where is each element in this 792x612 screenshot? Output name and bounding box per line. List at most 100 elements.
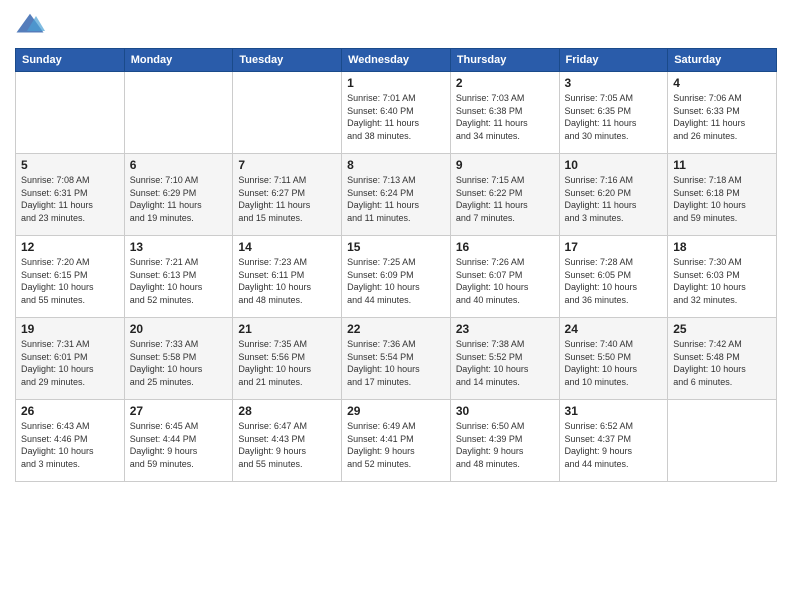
calendar-cell: 10 Sunrise: 7:16 AM Sunset: 6:20 PM Dayli…: [559, 154, 668, 236]
day-number: 13: [130, 240, 228, 254]
calendar-cell: 17 Sunrise: 7:28 AM Sunset: 6:05 PM Dayli…: [559, 236, 668, 318]
calendar-cell: 20 Sunrise: 7:33 AM Sunset: 5:58 PM Dayli…: [124, 318, 233, 400]
calendar-cell: 21Sunrise: 7:35 AM Sunset: 5:56 PM Dayli…: [233, 318, 342, 400]
calendar-cell: 6 Sunrise: 7:10 AM Sunset: 6:29 PM Daylig…: [124, 154, 233, 236]
day-info: Sunrise: 7:11 AM Sunset: 6:27 PM Dayligh…: [238, 174, 336, 224]
day-number: 16: [456, 240, 554, 254]
weekday-header-wednesday: Wednesday: [342, 49, 451, 72]
calendar-cell: 30 Sunrise: 6:50 AM Sunset: 4:39 PM Dayli…: [450, 400, 559, 482]
day-info: Sunrise: 7:18 AM Sunset: 6:18 PM Dayligh…: [673, 174, 771, 224]
day-info: Sunrise: 7:23 AM Sunset: 6:11 PM Dayligh…: [238, 256, 336, 306]
day-info: Sunrise: 7:33 AM Sunset: 5:58 PM Dayligh…: [130, 338, 228, 388]
page: SundayMondayTuesdayWednesdayThursdayFrid…: [0, 0, 792, 612]
calendar-cell: 3 Sunrise: 7:05 AM Sunset: 6:35 PM Daylig…: [559, 72, 668, 154]
day-info: Sunrise: 7:08 AM Sunset: 6:31 PM Dayligh…: [21, 174, 119, 224]
day-number: 14: [238, 240, 336, 254]
day-number: 30: [456, 404, 554, 418]
day-info: Sunrise: 7:28 AM Sunset: 6:05 PM Dayligh…: [565, 256, 663, 306]
day-info: Sunrise: 7:21 AM Sunset: 6:13 PM Dayligh…: [130, 256, 228, 306]
week-row-0: 1Sunrise: 7:01 AM Sunset: 6:40 PM Daylig…: [16, 72, 777, 154]
day-number: 23: [456, 322, 554, 336]
day-info: Sunrise: 7:01 AM Sunset: 6:40 PM Dayligh…: [347, 92, 445, 142]
weekday-header-tuesday: Tuesday: [233, 49, 342, 72]
day-info: Sunrise: 7:13 AM Sunset: 6:24 PM Dayligh…: [347, 174, 445, 224]
calendar-cell: 13 Sunrise: 7:21 AM Sunset: 6:13 PM Dayli…: [124, 236, 233, 318]
day-info: Sunrise: 7:16 AM Sunset: 6:20 PM Dayligh…: [565, 174, 663, 224]
weekday-header-saturday: Saturday: [668, 49, 777, 72]
logo-icon: [15, 10, 45, 40]
day-number: 3: [565, 76, 663, 90]
calendar-cell: 16 Sunrise: 7:26 AM Sunset: 6:07 PM Dayli…: [450, 236, 559, 318]
calendar-cell: [124, 72, 233, 154]
day-number: 15: [347, 240, 445, 254]
day-number: 22: [347, 322, 445, 336]
day-number: 12: [21, 240, 119, 254]
day-number: 29: [347, 404, 445, 418]
day-number: 11: [673, 158, 771, 172]
day-info: Sunrise: 6:50 AM Sunset: 4:39 PM Dayligh…: [456, 420, 554, 470]
calendar-cell: 28 Sunrise: 6:47 AM Sunset: 4:43 PM Dayli…: [233, 400, 342, 482]
calendar-cell: 7Sunrise: 7:11 AM Sunset: 6:27 PM Daylig…: [233, 154, 342, 236]
calendar-cell: 27Sunrise: 6:45 AM Sunset: 4:44 PM Dayli…: [124, 400, 233, 482]
calendar-cell: 9Sunrise: 7:15 AM Sunset: 6:22 PM Daylig…: [450, 154, 559, 236]
calendar-cell: 26Sunrise: 6:43 AM Sunset: 4:46 PM Dayli…: [16, 400, 125, 482]
calendar-cell: 8 Sunrise: 7:13 AM Sunset: 6:24 PM Daylig…: [342, 154, 451, 236]
weekday-header-friday: Friday: [559, 49, 668, 72]
week-row-2: 12 Sunrise: 7:20 AM Sunset: 6:15 PM Dayli…: [16, 236, 777, 318]
day-info: Sunrise: 7:25 AM Sunset: 6:09 PM Dayligh…: [347, 256, 445, 306]
calendar-cell: 22 Sunrise: 7:36 AM Sunset: 5:54 PM Dayli…: [342, 318, 451, 400]
calendar-cell: 2 Sunrise: 7:03 AM Sunset: 6:38 PM Daylig…: [450, 72, 559, 154]
calendar-cell: 24Sunrise: 7:40 AM Sunset: 5:50 PM Dayli…: [559, 318, 668, 400]
calendar-cell: [233, 72, 342, 154]
week-row-4: 26Sunrise: 6:43 AM Sunset: 4:46 PM Dayli…: [16, 400, 777, 482]
calendar-cell: 23Sunrise: 7:38 AM Sunset: 5:52 PM Dayli…: [450, 318, 559, 400]
calendar-cell: 18 Sunrise: 7:30 AM Sunset: 6:03 PM Dayli…: [668, 236, 777, 318]
day-info: Sunrise: 7:40 AM Sunset: 5:50 PM Dayligh…: [565, 338, 663, 388]
day-info: Sunrise: 7:05 AM Sunset: 6:35 PM Dayligh…: [565, 92, 663, 142]
day-info: Sunrise: 6:49 AM Sunset: 4:41 PM Dayligh…: [347, 420, 445, 470]
day-number: 27: [130, 404, 228, 418]
day-number: 5: [21, 158, 119, 172]
calendar-header: SundayMondayTuesdayWednesdayThursdayFrid…: [16, 49, 777, 72]
day-info: Sunrise: 7:42 AM Sunset: 5:48 PM Dayligh…: [673, 338, 771, 388]
day-info: Sunrise: 7:20 AM Sunset: 6:15 PM Dayligh…: [21, 256, 119, 306]
day-info: Sunrise: 6:47 AM Sunset: 4:43 PM Dayligh…: [238, 420, 336, 470]
weekday-header-sunday: Sunday: [16, 49, 125, 72]
day-number: 19: [21, 322, 119, 336]
day-info: Sunrise: 7:36 AM Sunset: 5:54 PM Dayligh…: [347, 338, 445, 388]
day-info: Sunrise: 7:10 AM Sunset: 6:29 PM Dayligh…: [130, 174, 228, 224]
calendar-cell: 25 Sunrise: 7:42 AM Sunset: 5:48 PM Dayli…: [668, 318, 777, 400]
day-number: 25: [673, 322, 771, 336]
calendar-cell: 5 Sunrise: 7:08 AM Sunset: 6:31 PM Daylig…: [16, 154, 125, 236]
calendar-cell: 1Sunrise: 7:01 AM Sunset: 6:40 PM Daylig…: [342, 72, 451, 154]
day-number: 21: [238, 322, 336, 336]
day-info: Sunrise: 7:15 AM Sunset: 6:22 PM Dayligh…: [456, 174, 554, 224]
calendar-body: 1Sunrise: 7:01 AM Sunset: 6:40 PM Daylig…: [16, 72, 777, 482]
week-row-3: 19 Sunrise: 7:31 AM Sunset: 6:01 PM Dayli…: [16, 318, 777, 400]
calendar-cell: [16, 72, 125, 154]
day-number: 31: [565, 404, 663, 418]
calendar-cell: 11 Sunrise: 7:18 AM Sunset: 6:18 PM Dayli…: [668, 154, 777, 236]
calendar-cell: 29 Sunrise: 6:49 AM Sunset: 4:41 PM Dayli…: [342, 400, 451, 482]
day-info: Sunrise: 7:26 AM Sunset: 6:07 PM Dayligh…: [456, 256, 554, 306]
day-number: 18: [673, 240, 771, 254]
calendar-cell: 15 Sunrise: 7:25 AM Sunset: 6:09 PM Dayli…: [342, 236, 451, 318]
calendar: SundayMondayTuesdayWednesdayThursdayFrid…: [15, 48, 777, 482]
day-info: Sunrise: 7:03 AM Sunset: 6:38 PM Dayligh…: [456, 92, 554, 142]
day-info: Sunrise: 7:31 AM Sunset: 6:01 PM Dayligh…: [21, 338, 119, 388]
weekday-row: SundayMondayTuesdayWednesdayThursdayFrid…: [16, 49, 777, 72]
calendar-cell: 4Sunrise: 7:06 AM Sunset: 6:33 PM Daylig…: [668, 72, 777, 154]
day-number: 10: [565, 158, 663, 172]
day-number: 20: [130, 322, 228, 336]
day-number: 2: [456, 76, 554, 90]
day-number: 28: [238, 404, 336, 418]
day-number: 6: [130, 158, 228, 172]
day-info: Sunrise: 7:30 AM Sunset: 6:03 PM Dayligh…: [673, 256, 771, 306]
day-info: Sunrise: 6:43 AM Sunset: 4:46 PM Dayligh…: [21, 420, 119, 470]
day-info: Sunrise: 7:06 AM Sunset: 6:33 PM Dayligh…: [673, 92, 771, 142]
day-number: 17: [565, 240, 663, 254]
day-number: 8: [347, 158, 445, 172]
header: [15, 10, 777, 40]
week-row-1: 5 Sunrise: 7:08 AM Sunset: 6:31 PM Daylig…: [16, 154, 777, 236]
logo: [15, 10, 49, 40]
